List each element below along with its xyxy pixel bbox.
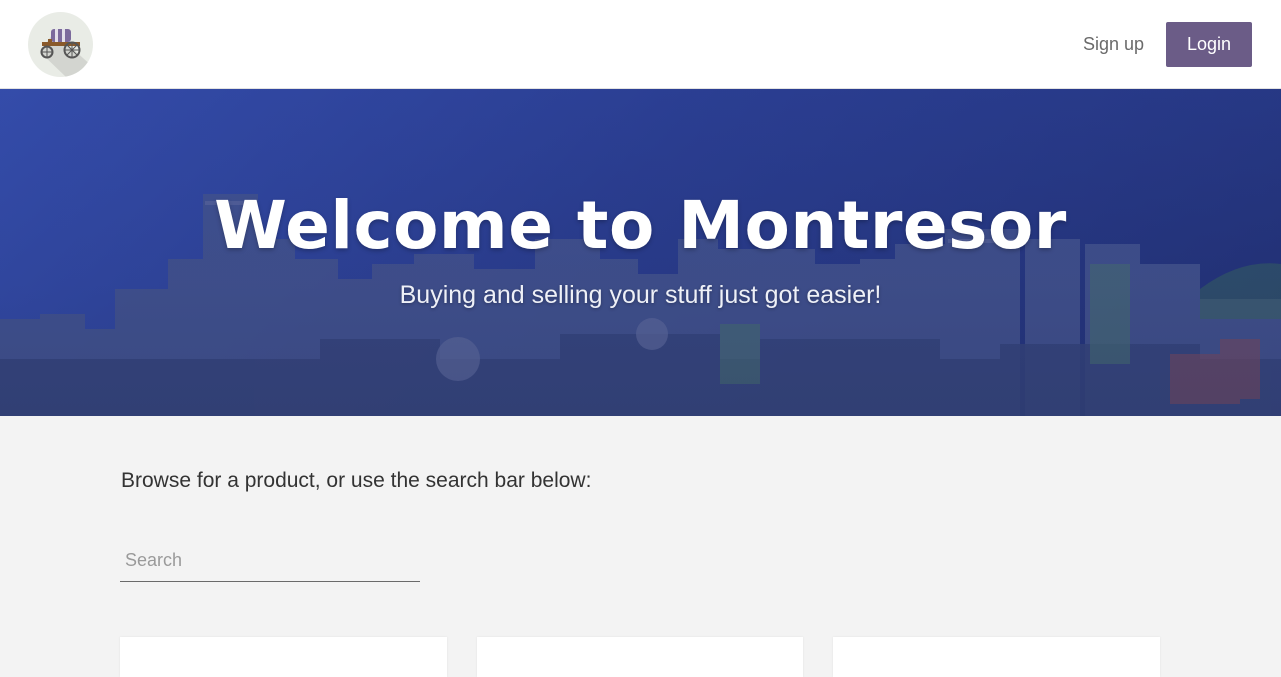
search-input[interactable] [120, 540, 420, 580]
logo[interactable] [28, 12, 93, 77]
hero-title: Welcome to Montresor [214, 187, 1067, 264]
hero-subtitle: Buying and selling your stuff just got e… [399, 281, 882, 309]
product-card[interactable] [120, 637, 447, 677]
hero-banner: Welcome to Montresor Buying and selling … [0, 89, 1281, 416]
browse-instruction: Browse for a product, or use the search … [121, 469, 592, 492]
product-card[interactable] [833, 637, 1160, 677]
navbar: Sign up Login [0, 0, 1281, 89]
signup-link[interactable]: Sign up [1083, 34, 1144, 55]
search-field [120, 540, 420, 582]
login-button[interactable]: Login [1166, 22, 1252, 67]
wagon-icon [40, 29, 93, 77]
product-card[interactable] [477, 637, 803, 677]
